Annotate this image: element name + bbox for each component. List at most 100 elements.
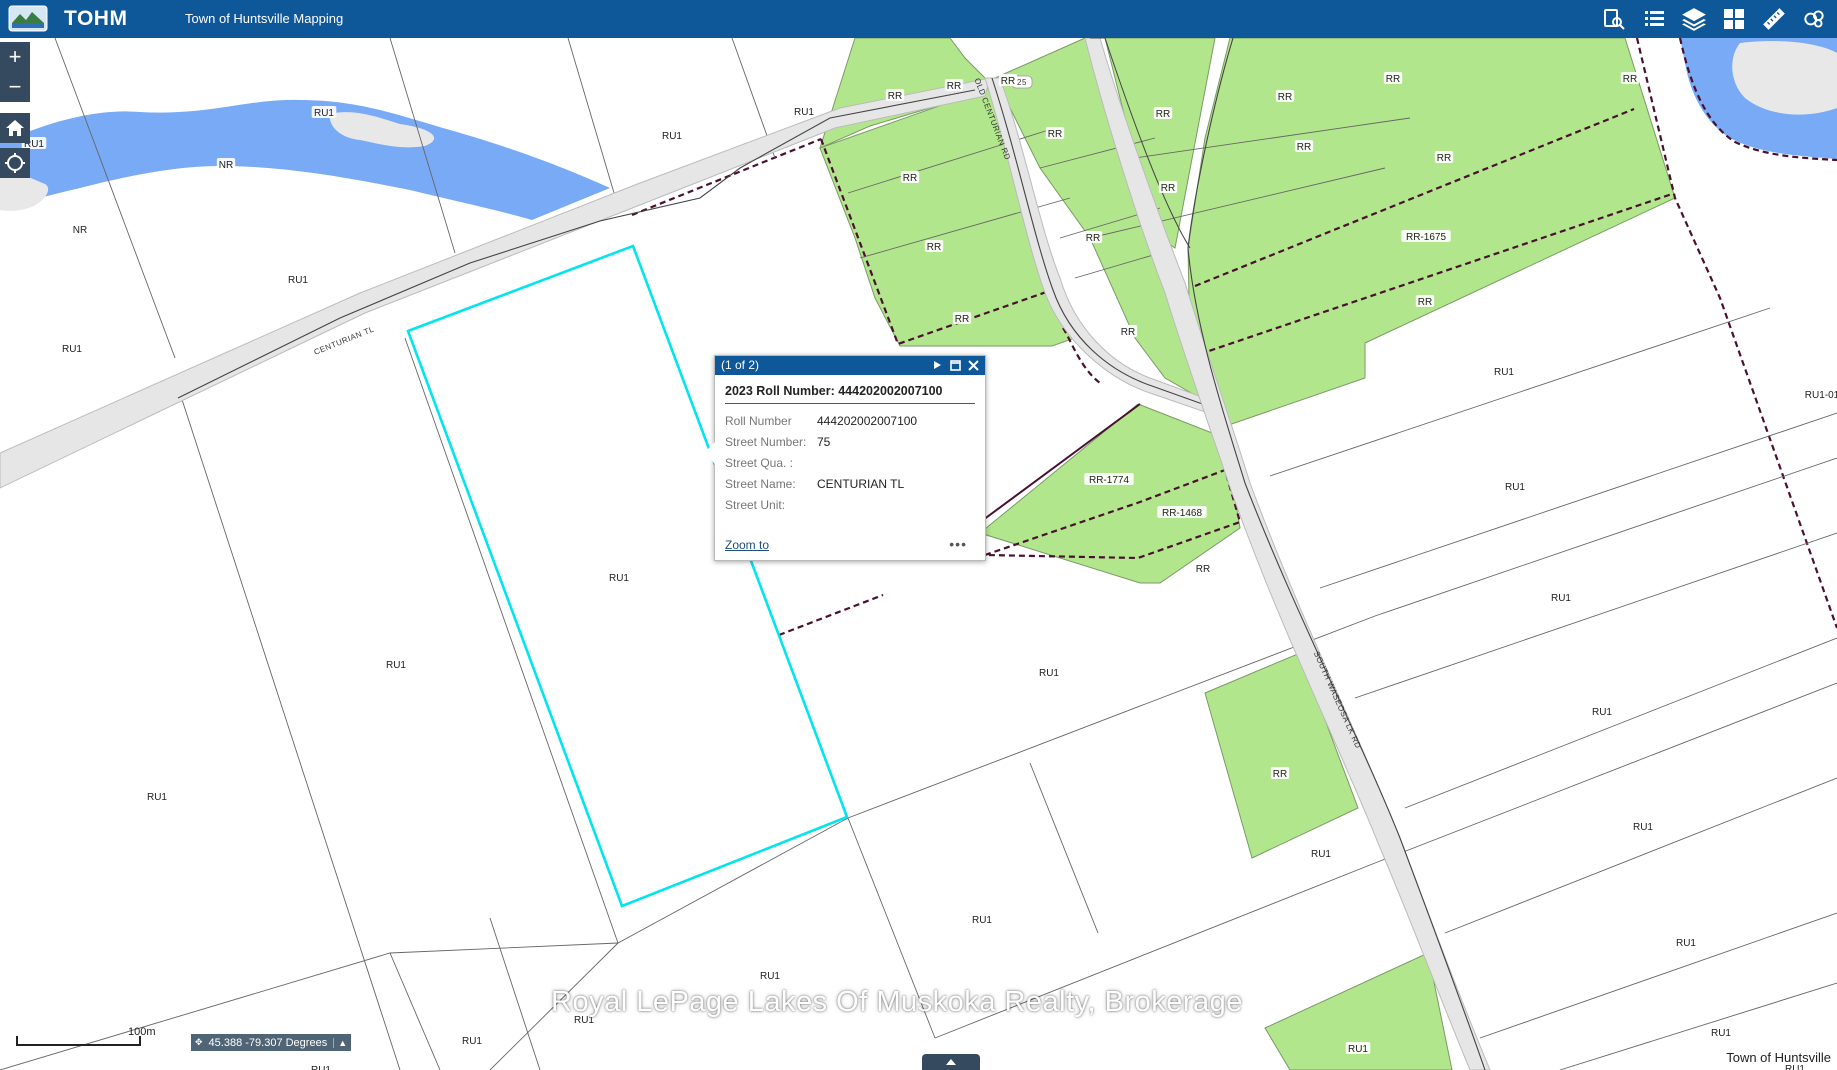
zone-label: RU1 [1592,707,1612,718]
locate-button[interactable] [0,148,30,178]
zone-label: RR [1156,109,1170,120]
parcel-line [1319,412,1837,589]
popup-pointer [704,442,715,464]
zoom-to-link[interactable]: Zoom to [725,538,769,552]
zone-label: RU1 [1711,1028,1731,1039]
home-button[interactable] [0,113,30,143]
attribute-value: 444202002007100 [817,413,918,428]
header-toolbar [1599,4,1829,34]
attribute-key: Street Qua. : [725,455,794,470]
crosshair-icon: ✥ [195,1037,203,1047]
zone-label: RR [1297,142,1311,153]
maximize-icon[interactable] [947,357,963,373]
zone-label: RR [947,81,961,92]
app-name: TOHM [64,7,128,30]
scale-label: 100m [128,1026,156,1038]
parcel-line [1029,762,1099,934]
zone-label: RR [1048,129,1062,140]
zone-label: RR [955,314,969,325]
attribute-row: Roll Number 444202002007100 [725,410,917,431]
zone-label: RU1 [1633,822,1653,833]
zone-label: RR [1273,769,1287,780]
basemap-gallery-icon[interactable] [1719,4,1749,34]
zone-label: RU1 [609,573,629,584]
layers-icon[interactable] [1679,4,1709,34]
route-number: 25 [1017,78,1027,87]
zone-label: RR [1623,74,1637,85]
zone-label: RU1 [1311,849,1331,860]
attribute-value [817,452,917,473]
attribute-key: Roll Number [725,413,792,428]
search-parcel-icon[interactable] [1599,4,1629,34]
zone-label: RR [1278,92,1292,103]
parcel-line [1479,912,1837,1039]
parcel-line [389,952,441,1070]
zoom-out-button[interactable]: − [0,72,30,102]
zone-label: RU1 [462,1036,482,1047]
attribute-row: Street Name: CENTURIAN TL [725,473,917,494]
attribute-key: Street Name: [725,476,796,491]
watermark: Royal LePage Lakes Of Muskoka Realty, Br… [551,986,1243,1018]
town-logo-icon[interactable] [8,5,48,32]
zone-label: RR [1437,153,1451,164]
parcel-line [54,38,176,359]
print-tools-icon[interactable] [1799,4,1829,34]
popup-counter: (1 of 2) [721,358,760,372]
attribute-value [817,494,917,515]
zone-label: RU1 [147,792,167,803]
close-icon[interactable] [965,357,981,373]
zone-label: RR-1774 [1089,475,1129,486]
attribute-row: Street Unit: [725,494,917,515]
zone-label: RU1 [1494,367,1514,378]
coordinate-readout[interactable]: ✥ 45.388 -79.307 Degrees ▲ [191,1034,352,1051]
zone-label: RR-1675 [1406,232,1446,243]
zone-label: RU1 [62,344,82,355]
zone-label: RU1 [1348,1044,1368,1055]
app-subtitle: Town of Huntsville Mapping [185,11,344,26]
zone-label: RU1 [662,131,682,142]
measure-ruler-icon[interactable] [1759,4,1789,34]
more-actions-icon[interactable]: ••• [949,536,967,552]
parcel-line [1404,637,1837,809]
attribute-table: Roll Number 444202002007100 Street Number… [725,410,917,515]
chevron-up-icon[interactable]: ▲ [333,1037,347,1048]
legend-list-icon[interactable] [1639,4,1669,34]
zone-label: RR [888,91,902,102]
chevron-up-icon [946,1059,956,1065]
zone-label: RU1 [794,107,814,118]
zone-label: NR [73,225,87,236]
zone-label: RR [927,242,941,253]
scale-bar [16,1036,141,1046]
bottom-panel-toggle[interactable] [922,1054,980,1070]
attribute-row: Street Number: 75 [725,431,917,452]
zoom-control: + − [0,42,30,102]
zone-label: RU1 [760,971,780,982]
feature-popup: (1 of 2) 2023 Roll Number: 4442020020071… [704,355,986,561]
attribute-value: 75 [817,434,831,449]
zone-label: RU1 [311,1065,331,1070]
zone-label: RR [1386,74,1400,85]
zone-label: RU1 [1039,668,1059,679]
zone-label: RR [1001,76,1015,87]
attribute-value: CENTURIAN TL [817,476,905,491]
next-feature-icon[interactable] [929,357,945,373]
zone-label: RU1 [386,660,406,671]
zone-label: RR-1468 [1162,508,1202,519]
zone-label: RR [1418,297,1432,308]
parcel-line [1354,532,1837,699]
zone-label: RR [1196,564,1210,575]
app-header: TOHM Town of Huntsville Mapping [0,0,1837,38]
zone-boundary [778,593,884,637]
zone-label: RR [1086,233,1100,244]
zone-label: RU1 [1676,938,1696,949]
home-icon [6,120,24,136]
zone-label: RR [903,173,917,184]
zoom-in-button[interactable]: + [0,42,30,72]
zone-label: RR [1161,183,1175,194]
zone-label: RU1 [314,108,334,119]
parcel-line [174,377,401,1070]
parcel-line [489,917,541,1070]
attribute-row: Street Qua. : [725,452,917,473]
zone-label: NR [219,160,233,171]
zone-label: RU1 [1551,593,1571,604]
